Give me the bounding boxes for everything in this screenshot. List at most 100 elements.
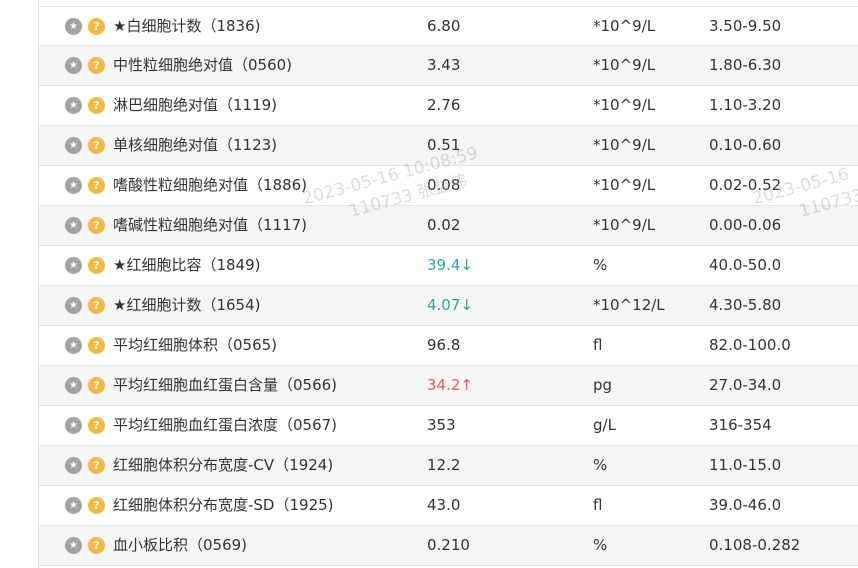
- test-name: 平均红细胞血红蛋白含量（0566): [113, 376, 338, 394]
- result-value: 43.0: [427, 486, 460, 525]
- table-row: ★? 嗜碱性粒细胞绝对值（1117) 0.02 *10^9/L 0.00-0.06: [39, 206, 858, 246]
- test-name: ★红细胞计数（1654): [113, 296, 261, 314]
- table-row: ★? 红细胞体积分布宽度-CV（1924) 12.2% 11.0-15.0: [39, 446, 858, 486]
- help-icon[interactable]: ?: [88, 57, 105, 74]
- help-icon[interactable]: ?: [88, 497, 105, 514]
- star-icon[interactable]: ★: [65, 18, 82, 35]
- result-unit: *10^9/L: [593, 216, 656, 234]
- result-unit: *10^9/L: [593, 176, 656, 194]
- table-row: ★? 单核细胞绝对值（1123) 0.51 *10^9/L 0.10-0.60: [39, 126, 858, 166]
- result-value: 0.02: [427, 206, 460, 245]
- result-value: 353: [427, 406, 456, 445]
- result-number: 43.0: [427, 496, 461, 514]
- reference-range: 0.108-0.282: [709, 536, 801, 554]
- result-number: 6.80: [427, 17, 461, 35]
- result-value: 39.4↓: [427, 246, 473, 285]
- lab-results-table: ★? ★白细胞计数（1836) 6.80 *10^9/L 3.50-9.50 ★? 中性粒细…: [39, 6, 858, 566]
- star-icon[interactable]: ★: [65, 457, 82, 474]
- star-icon[interactable]: ★: [65, 97, 82, 114]
- star-icon[interactable]: ★: [65, 257, 82, 274]
- reference-range: 1.10-3.20: [709, 96, 782, 114]
- result-unit: fl: [593, 336, 603, 354]
- result-number: 34.2: [427, 376, 461, 394]
- result-unit: %: [593, 536, 608, 554]
- test-name: 红细胞体积分布宽度-SD（1925): [113, 496, 334, 514]
- help-icon[interactable]: ?: [88, 257, 105, 274]
- table-row: ★? 淋巴细胞绝对值（1119) 2.76 *10^9/L 1.10-3.20: [39, 86, 858, 126]
- star-icon[interactable]: ★: [65, 137, 82, 154]
- result-unit: *10^9/L: [593, 96, 656, 114]
- test-name: 平均红细胞血红蛋白浓度（0567): [113, 416, 338, 434]
- table-row: ★? ★白细胞计数（1836) 6.80 *10^9/L 3.50-9.50: [39, 6, 858, 46]
- star-icon[interactable]: ★: [65, 537, 82, 554]
- result-value: 34.2↑: [427, 366, 473, 405]
- help-icon[interactable]: ?: [88, 377, 105, 394]
- result-number: 2.76: [427, 96, 461, 114]
- table-row: ★? ★红细胞计数（1654) 4.07↓ *10^12/L 4.30-5.80: [39, 286, 858, 326]
- reference-range: 39.0-46.0: [709, 496, 782, 514]
- star-icon[interactable]: ★: [65, 57, 82, 74]
- result-unit: *10^9/L: [593, 56, 656, 74]
- table-row: ★? 平均红细胞血红蛋白浓度（0567) 353 g/L 316-354: [39, 406, 858, 446]
- reference-range: 27.0-34.0: [709, 376, 782, 394]
- result-number: 12.2: [427, 456, 461, 474]
- help-icon[interactable]: ?: [88, 337, 105, 354]
- result-number: 353: [427, 416, 456, 434]
- star-icon[interactable]: ★: [65, 217, 82, 234]
- help-icon[interactable]: ?: [88, 18, 105, 35]
- reference-range: 40.0-50.0: [709, 256, 782, 274]
- table-row: ★? 血小板比积（0569) 0.210% 0.108-0.282: [39, 526, 858, 566]
- help-icon[interactable]: ?: [88, 217, 105, 234]
- result-number: 3.43: [427, 56, 461, 74]
- result-unit: pg: [593, 376, 613, 394]
- result-value: 2.76: [427, 86, 460, 125]
- result-value: 4.07↓: [427, 286, 473, 325]
- test-name: 嗜碱性粒细胞绝对值（1117): [113, 216, 308, 234]
- star-icon[interactable]: ★: [65, 297, 82, 314]
- table-row: ★? 中性粒细胞绝对值（0560) 3.43 *10^9/L 1.80-6.30: [39, 46, 858, 86]
- help-icon[interactable]: ?: [88, 297, 105, 314]
- reference-range: 1.80-6.30: [709, 56, 782, 74]
- help-icon[interactable]: ?: [88, 457, 105, 474]
- high-flag-arrow-icon: ↑: [460, 376, 473, 394]
- result-value: 3.43: [427, 46, 460, 85]
- result-unit: *10^9/L: [593, 17, 656, 35]
- star-icon[interactable]: ★: [65, 337, 82, 354]
- help-icon[interactable]: ?: [88, 137, 105, 154]
- help-icon[interactable]: ?: [88, 417, 105, 434]
- test-name: 红细胞体积分布宽度-CV（1924): [113, 456, 334, 474]
- result-unit: %: [593, 456, 608, 474]
- test-name: ★红细胞比容（1849): [113, 256, 261, 274]
- reference-range: 316-354: [709, 416, 772, 434]
- table-row: ★? ★红细胞比容（1849) 39.4↓% 40.0-50.0: [39, 246, 858, 286]
- test-name: 平均红细胞体积（0565): [113, 336, 278, 354]
- result-unit: *10^9/L: [593, 136, 656, 154]
- table-row: ★? 红细胞体积分布宽度-SD（1925) 43.0 fl 39.0-46.0: [39, 486, 858, 526]
- test-name: 淋巴细胞绝对值（1119): [113, 96, 278, 114]
- result-unit: fl: [593, 496, 603, 514]
- result-number: 0.02: [427, 216, 461, 234]
- result-value: 96.8: [427, 326, 460, 365]
- reference-range: 0.02-0.52: [709, 176, 782, 194]
- result-number: 4.07: [427, 296, 461, 314]
- result-value: 0.08: [427, 166, 460, 205]
- low-flag-arrow-icon: ↓: [460, 296, 473, 314]
- result-unit: *10^12/L: [593, 296, 665, 314]
- result-number: 96.8: [427, 336, 461, 354]
- result-number: 0.210: [427, 536, 470, 554]
- test-name: 中性粒细胞绝对值（0560): [113, 56, 293, 74]
- help-icon[interactable]: ?: [88, 177, 105, 194]
- table-row: ★? 嗜酸性粒细胞绝对值（1886) 0.08 *10^9/L 0.02-0.52: [39, 166, 858, 206]
- star-icon[interactable]: ★: [65, 377, 82, 394]
- star-icon[interactable]: ★: [65, 417, 82, 434]
- test-name: 单核细胞绝对值（1123): [113, 136, 278, 154]
- help-icon[interactable]: ?: [88, 97, 105, 114]
- reference-range: 0.00-0.06: [709, 216, 782, 234]
- result-number: 0.51: [427, 136, 461, 154]
- reference-range: 4.30-5.80: [709, 296, 782, 314]
- result-number: 0.08: [427, 176, 461, 194]
- reference-range: 82.0-100.0: [709, 336, 791, 354]
- star-icon[interactable]: ★: [65, 177, 82, 194]
- help-icon[interactable]: ?: [88, 537, 105, 554]
- star-icon[interactable]: ★: [65, 497, 82, 514]
